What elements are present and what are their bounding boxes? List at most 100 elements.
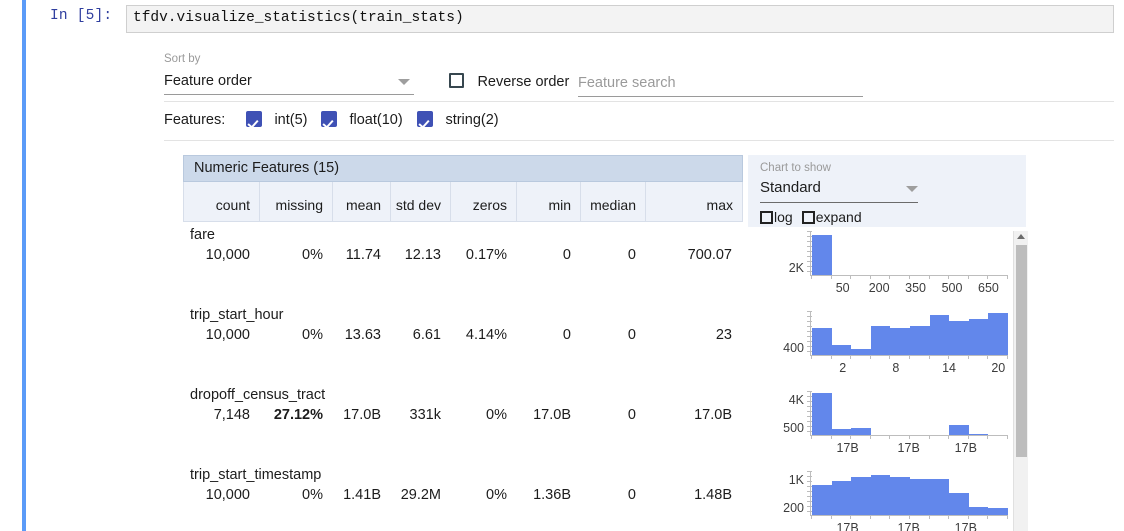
histogram-dropoff_census_tract[interactable]: 4K50017B17B17B — [748, 387, 1026, 467]
reverse-order-control[interactable]: Reverse order — [449, 73, 569, 95]
chevron-down-icon — [398, 79, 410, 85]
x-axis-tick — [909, 435, 910, 439]
column-header-min[interactable]: min — [517, 182, 581, 221]
feature-stats-row: 10,0000%13.636.614.14%0023 — [183, 327, 743, 343]
histogram-bar[interactable] — [949, 493, 969, 515]
expand-checkbox[interactable] — [802, 211, 815, 224]
column-header-missing[interactable]: missing — [260, 182, 333, 221]
y-axis-tick-label: 1K — [756, 473, 804, 487]
histogram-bar[interactable] — [851, 477, 871, 515]
chart-to-show-select[interactable]: Standard — [760, 177, 918, 203]
cell-count: 10,000 — [183, 487, 259, 503]
expand-option[interactable]: expand — [802, 209, 871, 226]
cell-mean: 1.41B — [332, 487, 390, 503]
feature-type-int[interactable]: int(5) — [246, 111, 308, 129]
histogram-bar[interactable] — [812, 485, 832, 515]
histogram-bar[interactable] — [910, 479, 930, 515]
histogram-bar[interactable] — [949, 425, 969, 435]
table-row[interactable]: trip_start_hour10,0000%13.636.614.14%002… — [183, 302, 743, 382]
log-option[interactable]: log — [760, 209, 802, 226]
table-row[interactable]: dropoff_census_tract7,14827.12%17.0B331k… — [183, 382, 743, 462]
cell-zeros: 4.14% — [450, 327, 516, 343]
histogram-bar[interactable] — [988, 508, 1008, 515]
cell-std-dev: 29.2M — [390, 487, 450, 503]
feature-search-input[interactable] — [578, 72, 863, 94]
histogram-bar[interactable] — [812, 393, 832, 435]
column-header-max[interactable]: max — [646, 182, 742, 221]
table-row[interactable]: fare10,0000%11.7412.130.17%00700.07 — [183, 222, 743, 302]
sort-by-select[interactable]: Feature order — [164, 70, 414, 95]
histogram-bar[interactable] — [851, 349, 871, 355]
charts-scrollbar[interactable] — [1013, 231, 1028, 531]
sort-by-control[interactable]: Sort by Feature order — [164, 52, 414, 95]
scrollbar-thumb[interactable] — [1016, 245, 1027, 457]
feature-type-float[interactable]: float(10) — [321, 111, 403, 129]
x-axis-tick-label: 200 — [869, 281, 890, 295]
column-header-zeros[interactable]: zeros — [451, 182, 517, 221]
histogram-bar[interactable] — [851, 428, 871, 435]
cell-zeros: 0% — [450, 487, 516, 503]
x-axis-labels: 281420 — [810, 361, 1008, 379]
table-row[interactable]: trip_start_timestamp10,0000%1.41B29.2M0%… — [183, 462, 743, 531]
float-checkbox[interactable] — [321, 111, 337, 127]
x-axis-tick — [889, 355, 890, 359]
histogram-bar[interactable] — [930, 315, 950, 355]
chart-to-show-label: Chart to show — [760, 161, 831, 175]
histogram-bar[interactable] — [832, 345, 852, 355]
x-axis-tick — [870, 435, 871, 439]
column-header-mean[interactable]: mean — [333, 182, 391, 221]
x-axis-tick — [929, 355, 930, 359]
histogram-bar[interactable] — [969, 319, 989, 355]
histogram-bar[interactable] — [930, 479, 950, 515]
x-axis-tick — [909, 515, 910, 519]
histogram-fare[interactable]: 2K50200350500650 — [748, 227, 1026, 307]
cell-zeros: 0.17% — [450, 247, 516, 263]
cell-count: 10,000 — [183, 327, 259, 343]
histogram-bar[interactable] — [988, 313, 1008, 355]
histogram-bar[interactable] — [969, 507, 989, 515]
cell-median: 0 — [580, 487, 645, 503]
histogram-bar[interactable] — [890, 477, 910, 515]
histogram-bar[interactable] — [969, 434, 989, 435]
notebook-input-prompt: In [5]: — [50, 8, 112, 24]
x-axis-tick — [968, 355, 969, 359]
column-header-count[interactable]: count — [184, 182, 260, 221]
histogram-trip_start_hour[interactable]: 400281420 — [748, 307, 1026, 387]
cell-mean: 13.63 — [332, 327, 390, 343]
chart-options-row: logexpand — [760, 209, 871, 227]
histogram-bar[interactable] — [871, 475, 891, 515]
histogram-bar[interactable] — [812, 328, 832, 355]
feature-search-control[interactable] — [578, 72, 863, 97]
plot-area — [810, 231, 1008, 276]
controls-bar: Sort by Feature order Reverse order — [164, 44, 1114, 102]
feature-stats-row: 10,0000%11.7412.130.17%00700.07 — [183, 247, 743, 263]
x-axis-tick — [929, 515, 930, 519]
x-axis-tick — [1007, 435, 1008, 439]
x-axis-tick — [987, 275, 988, 279]
bar-series — [812, 231, 1008, 275]
x-axis-labels: 50200350500650 — [810, 281, 1008, 299]
y-axis-tick-label: 4K — [756, 393, 804, 407]
string-label: string(2) — [445, 112, 498, 128]
log-checkbox[interactable] — [760, 211, 773, 224]
histogram-bar[interactable] — [832, 429, 852, 435]
features-label: Features: — [164, 112, 225, 128]
string-checkbox[interactable] — [417, 111, 433, 127]
reverse-order-checkbox[interactable] — [449, 73, 464, 88]
x-axis-tick-label: 17B — [836, 521, 858, 531]
histogram-trip_start_timestamp[interactable]: 1K20017B17B17B — [748, 467, 1026, 531]
histogram-bar[interactable] — [949, 321, 969, 355]
feature-type-string[interactable]: string(2) — [417, 111, 499, 129]
column-header-std-dev[interactable]: std dev — [391, 182, 451, 221]
cell-count: 10,000 — [183, 247, 259, 263]
histogram-bar[interactable] — [890, 328, 910, 355]
histogram-bar[interactable] — [832, 481, 852, 515]
column-header-median[interactable]: median — [581, 182, 646, 221]
histogram-bar[interactable] — [871, 326, 891, 355]
int-checkbox[interactable] — [246, 111, 262, 127]
histogram-bar[interactable] — [812, 235, 832, 275]
x-axis-tick — [948, 515, 949, 519]
histogram-bar[interactable] — [910, 326, 930, 355]
scroll-up-arrow-icon[interactable] — [1017, 234, 1025, 239]
x-axis-tick — [831, 275, 832, 279]
